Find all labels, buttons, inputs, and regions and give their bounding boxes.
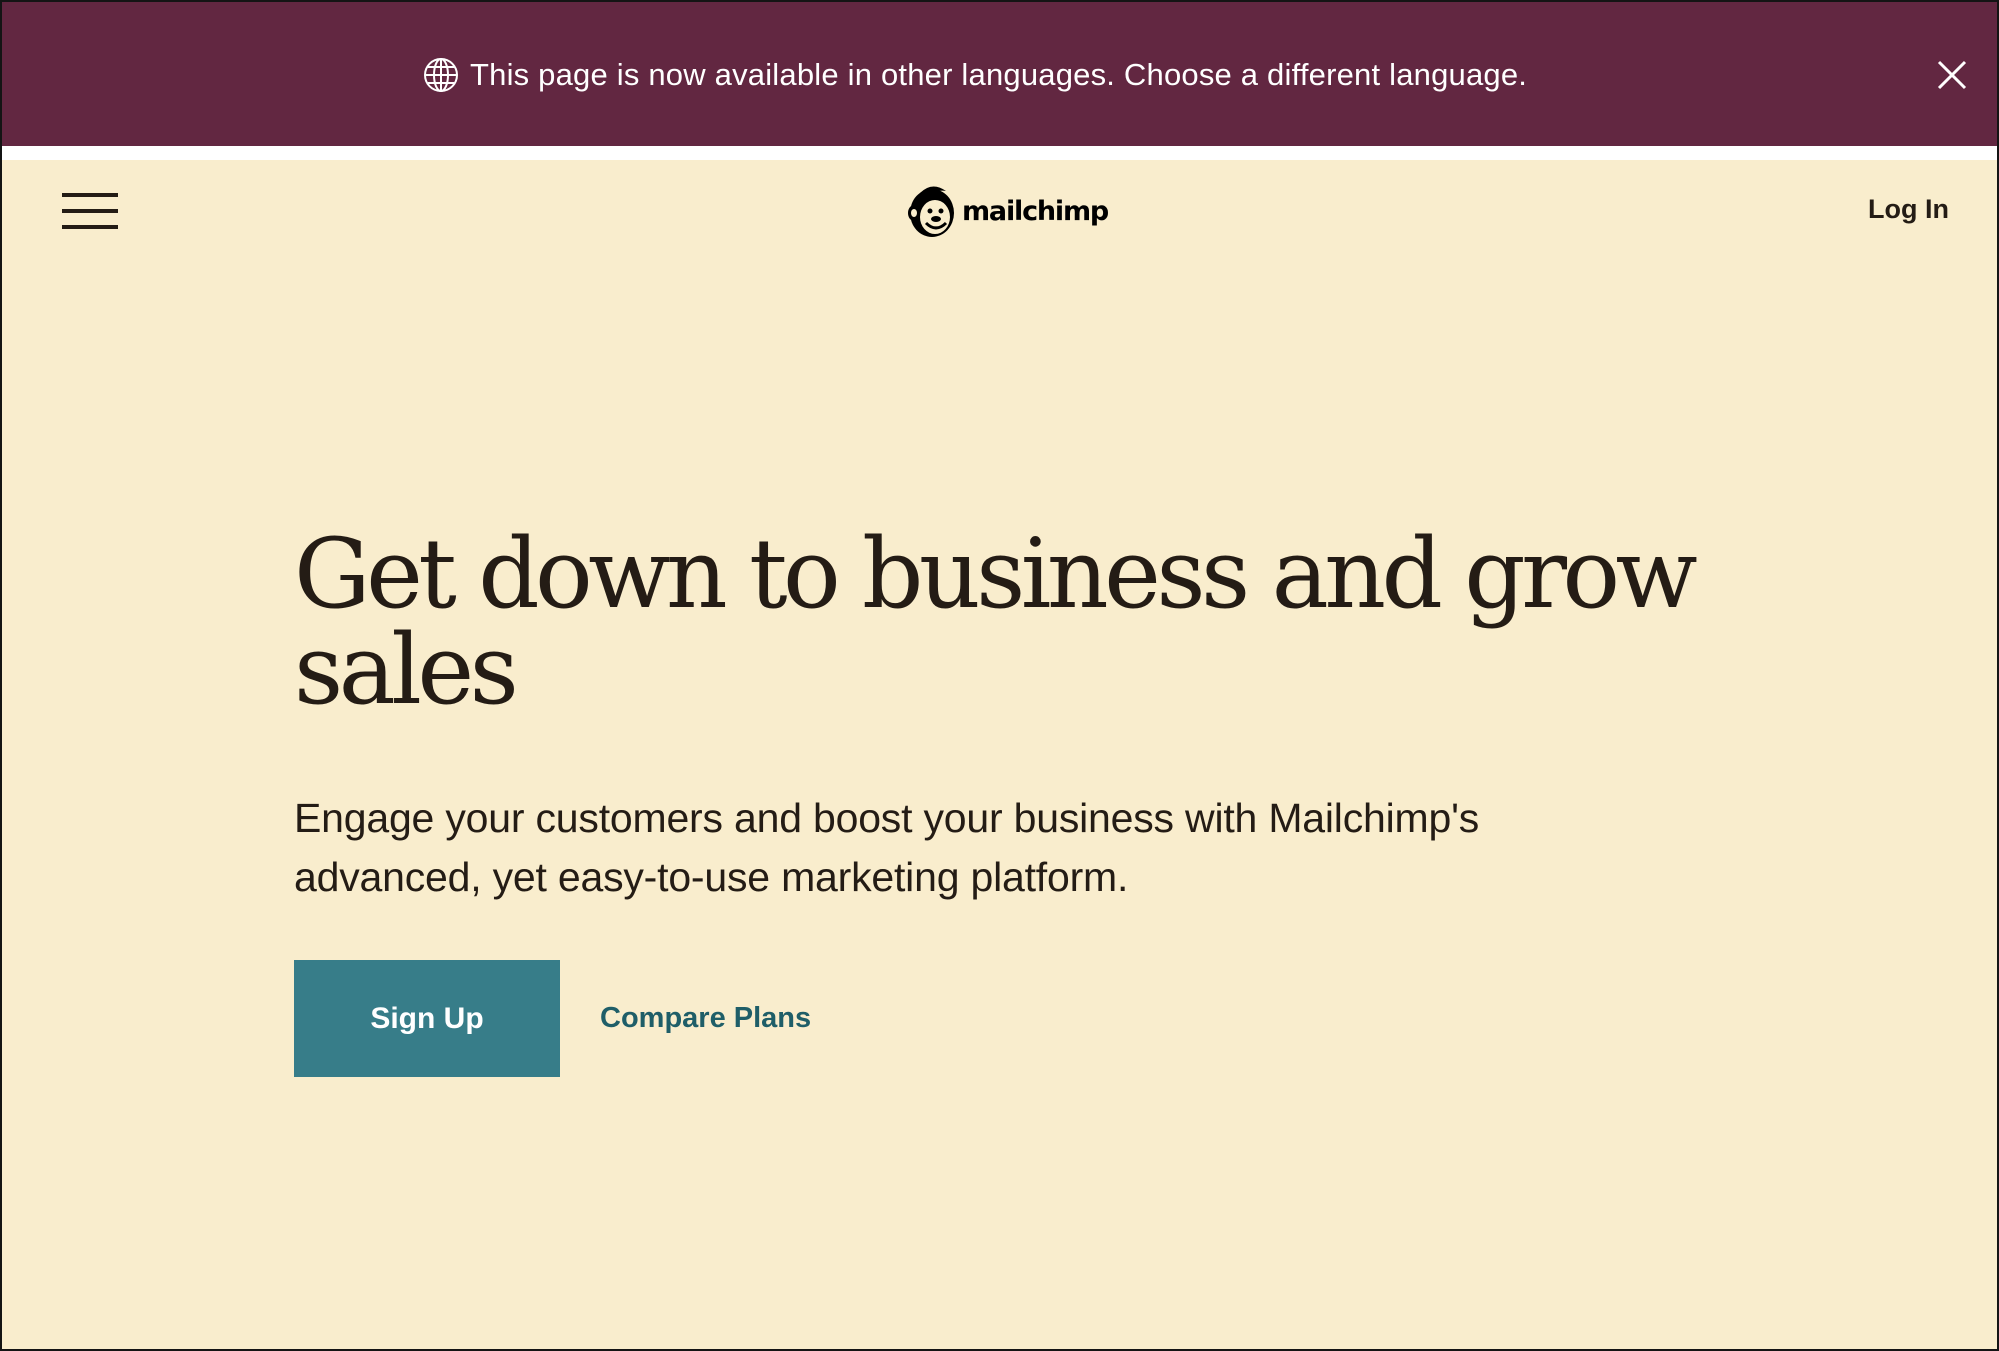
- hamburger-icon[interactable]: [62, 190, 118, 232]
- language-banner: This page is now available in other lang…: [2, 2, 1997, 146]
- login-link[interactable]: Log In: [1868, 194, 1949, 225]
- hero-title: Get down to business and grow sales: [294, 518, 1698, 726]
- page: This page is now available in other lang…: [0, 0, 1999, 1351]
- language-banner-message[interactable]: This page is now available in other lang…: [470, 57, 1527, 93]
- top-nav: mailchimp Log In: [2, 160, 1997, 260]
- freddie-logo-icon: [908, 186, 954, 237]
- close-icon[interactable]: [1936, 59, 1968, 91]
- mailchimp-logo[interactable]: mailchimp: [906, 182, 1109, 240]
- hero-subtitle: Engage your customers and boost your bus…: [294, 795, 1480, 900]
- hero-cta-row: Sign Up Compare Plans: [294, 960, 811, 1077]
- compare-plans-link[interactable]: Compare Plans: [600, 1002, 811, 1035]
- banner-divider: [2, 146, 1997, 160]
- globe-icon: [424, 58, 458, 92]
- language-banner-content: This page is now available in other lang…: [422, 54, 1527, 96]
- logo-wordmark: mailchimp: [962, 195, 1109, 227]
- signup-button[interactable]: Sign Up: [294, 960, 560, 1077]
